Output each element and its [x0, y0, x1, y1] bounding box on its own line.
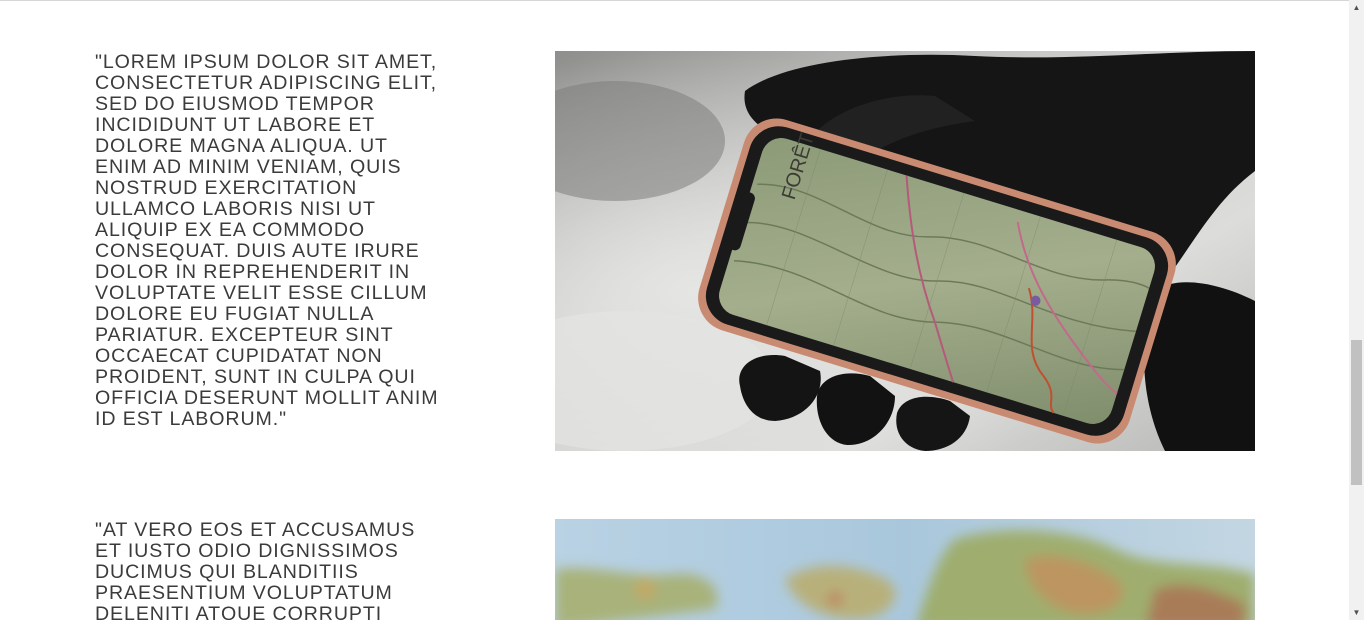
top-divider: [0, 0, 1349, 1]
quote-text-2: "AT VERO EOS ET ACCUSAMUS ET IUSTO ODIO …: [95, 519, 416, 620]
quote-text-1: "LOREM IPSUM DOLOR SIT AMET, CONSECTETUR…: [95, 51, 439, 430]
arrow-down-icon[interactable]: ▼: [1349, 605, 1364, 620]
scrollbar-thumb[interactable]: [1351, 340, 1362, 485]
vertical-scrollbar[interactable]: ▲ ▼: [1349, 0, 1364, 620]
photo-world-map: [555, 519, 1255, 620]
photo-phone-map: FORÊT: [555, 51, 1255, 451]
page: "LOREM IPSUM DOLOR SIT AMET, CONSECTETUR…: [0, 0, 1364, 620]
arrow-up-icon[interactable]: ▲: [1349, 0, 1364, 15]
